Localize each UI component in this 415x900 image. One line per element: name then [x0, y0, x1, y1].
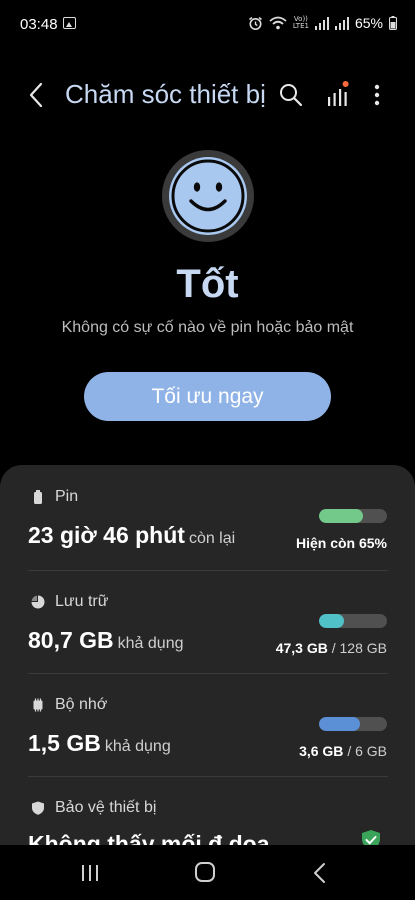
battery-time: 23 giờ 46 phút [28, 522, 185, 548]
memory-value: 1,5 GB khả dụng [28, 730, 171, 757]
storage-usage: 47,3 GB / 128 GB [276, 640, 387, 656]
battery-icon [389, 16, 397, 30]
more-icon[interactable] [366, 80, 388, 110]
wifi-icon [269, 16, 287, 30]
storage-available: 80,7 GB [28, 627, 114, 653]
lte-label: LTE1 [292, 22, 309, 30]
battery-value: 23 giờ 46 phút còn lại [28, 522, 235, 549]
storage-label: Lưu trữ [55, 593, 109, 610]
memory-section[interactable]: Bộ nhớ 1,5 GB khả dụng 3,6 GB / 6 GB [0, 673, 415, 777]
status-bar: 03:48 Vo)) LTE1 65% [0, 0, 415, 48]
recents-icon[interactable] [80, 864, 100, 882]
memory-available: 1,5 GB [28, 730, 101, 756]
memory-total: 6 GB [355, 743, 387, 759]
smiley-face-icon [162, 150, 254, 242]
chip-icon [33, 698, 43, 712]
memory-progress-fill [319, 717, 360, 731]
home-icon[interactable] [194, 861, 216, 883]
status-icons: Vo)) LTE1 65% [248, 15, 397, 31]
memory-separator: / [347, 743, 352, 759]
memory-progress [319, 717, 387, 731]
battery-icon [34, 490, 42, 504]
status-description: Không có sự cố nào về pin hoặc bảo mật [61, 319, 354, 336]
storage-suffix: khả dụng [117, 635, 184, 652]
alarm-icon [248, 16, 262, 30]
security-label: Bảo vệ thiết bị [55, 799, 157, 816]
page-title: Chăm sóc thiết bị [65, 79, 266, 109]
navigation-bar [0, 845, 415, 900]
search-icon[interactable] [277, 81, 305, 109]
status-time: 03:48 [20, 16, 58, 33]
memory-suffix: khả dụng [104, 738, 171, 755]
memory-usage: 3,6 GB / 6 GB [299, 743, 387, 759]
battery-progress-fill [319, 509, 364, 523]
storage-section[interactable]: Lưu trữ 80,7 GB khả dụng 47,3 GB / 128 GB [0, 570, 415, 674]
battery-progress [319, 509, 387, 523]
battery-percent: 65% [354, 15, 383, 31]
signal-icon-2 [334, 16, 349, 30]
app-bar: Chăm sóc thiết bị [0, 70, 415, 120]
notification-dot [342, 81, 349, 87]
battery-section[interactable]: Pin 23 giờ 46 phút còn lại Hiện còn 65% [0, 465, 415, 569]
battery-remaining: Hiện còn 65% [295, 535, 387, 551]
device-status: Tốt [176, 262, 239, 306]
back-icon[interactable] [312, 862, 328, 884]
memory-label: Bộ nhớ [55, 696, 108, 713]
storage-total: 128 GB [339, 640, 387, 656]
storage-progress [319, 614, 387, 628]
back-icon[interactable] [22, 80, 52, 110]
storage-value: 80,7 GB khả dụng [28, 627, 184, 654]
optimize-now-button[interactable]: Tối ưu ngay [84, 372, 331, 421]
memory-used: 3,6 GB [299, 743, 344, 759]
security-section[interactable]: Bảo vệ thiết bị Không thấy mối đ dọa [0, 776, 415, 855]
pie-chart-icon [31, 595, 45, 609]
storage-separator: / [331, 640, 336, 656]
battery-label: Pin [55, 488, 79, 505]
photo-icon [63, 17, 76, 29]
battery-suffix: còn lại [188, 530, 236, 547]
device-care-panel: Pin 23 giờ 46 phút còn lại Hiện còn 65% L… [0, 465, 415, 855]
storage-used: 47,3 GB [275, 640, 328, 656]
storage-progress-fill [319, 614, 345, 628]
stats-icon[interactable] [325, 80, 351, 110]
signal-icon [314, 16, 329, 30]
shield-icon [32, 801, 44, 815]
volte-icon: Vo)) LTE1 [293, 16, 309, 30]
